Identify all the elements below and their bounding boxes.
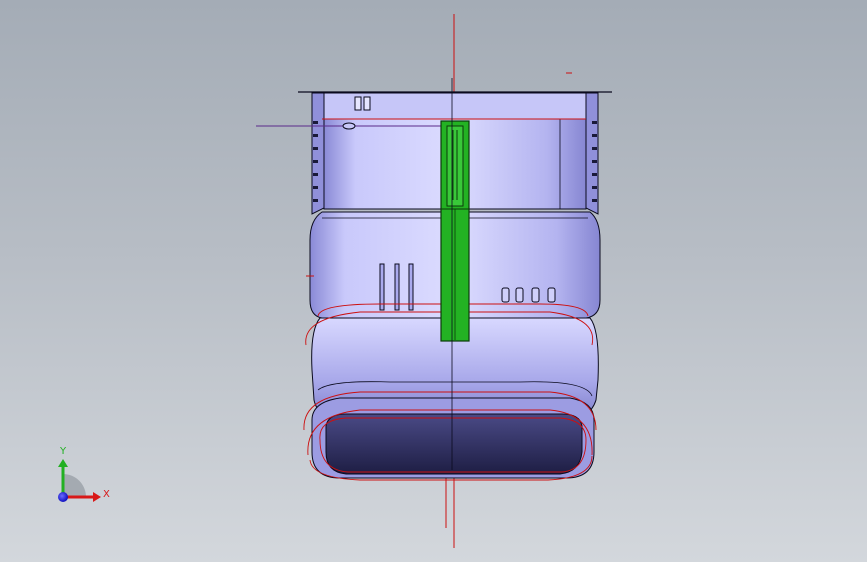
top-plate	[321, 92, 587, 120]
reference-triad[interactable]: X Y	[58, 446, 110, 502]
handle-recess[interactable]	[325, 413, 583, 475]
triad-y-label: Y	[59, 446, 67, 457]
triad-z-axis-icon	[58, 492, 68, 502]
top-indicator-2	[363, 96, 371, 111]
3d-viewport[interactable]: X Y	[0, 0, 867, 562]
thread-grommet	[342, 122, 356, 130]
selected-feature[interactable]	[440, 120, 470, 342]
top-indicator-1	[354, 96, 362, 111]
triad-x-arrow-icon	[93, 492, 101, 502]
triad-x-label: X	[103, 489, 110, 500]
right-side-rail	[585, 92, 599, 215]
selected-feature-slot	[446, 125, 464, 207]
triad-y-arrow-icon	[58, 459, 68, 467]
left-side-rail	[311, 92, 325, 215]
